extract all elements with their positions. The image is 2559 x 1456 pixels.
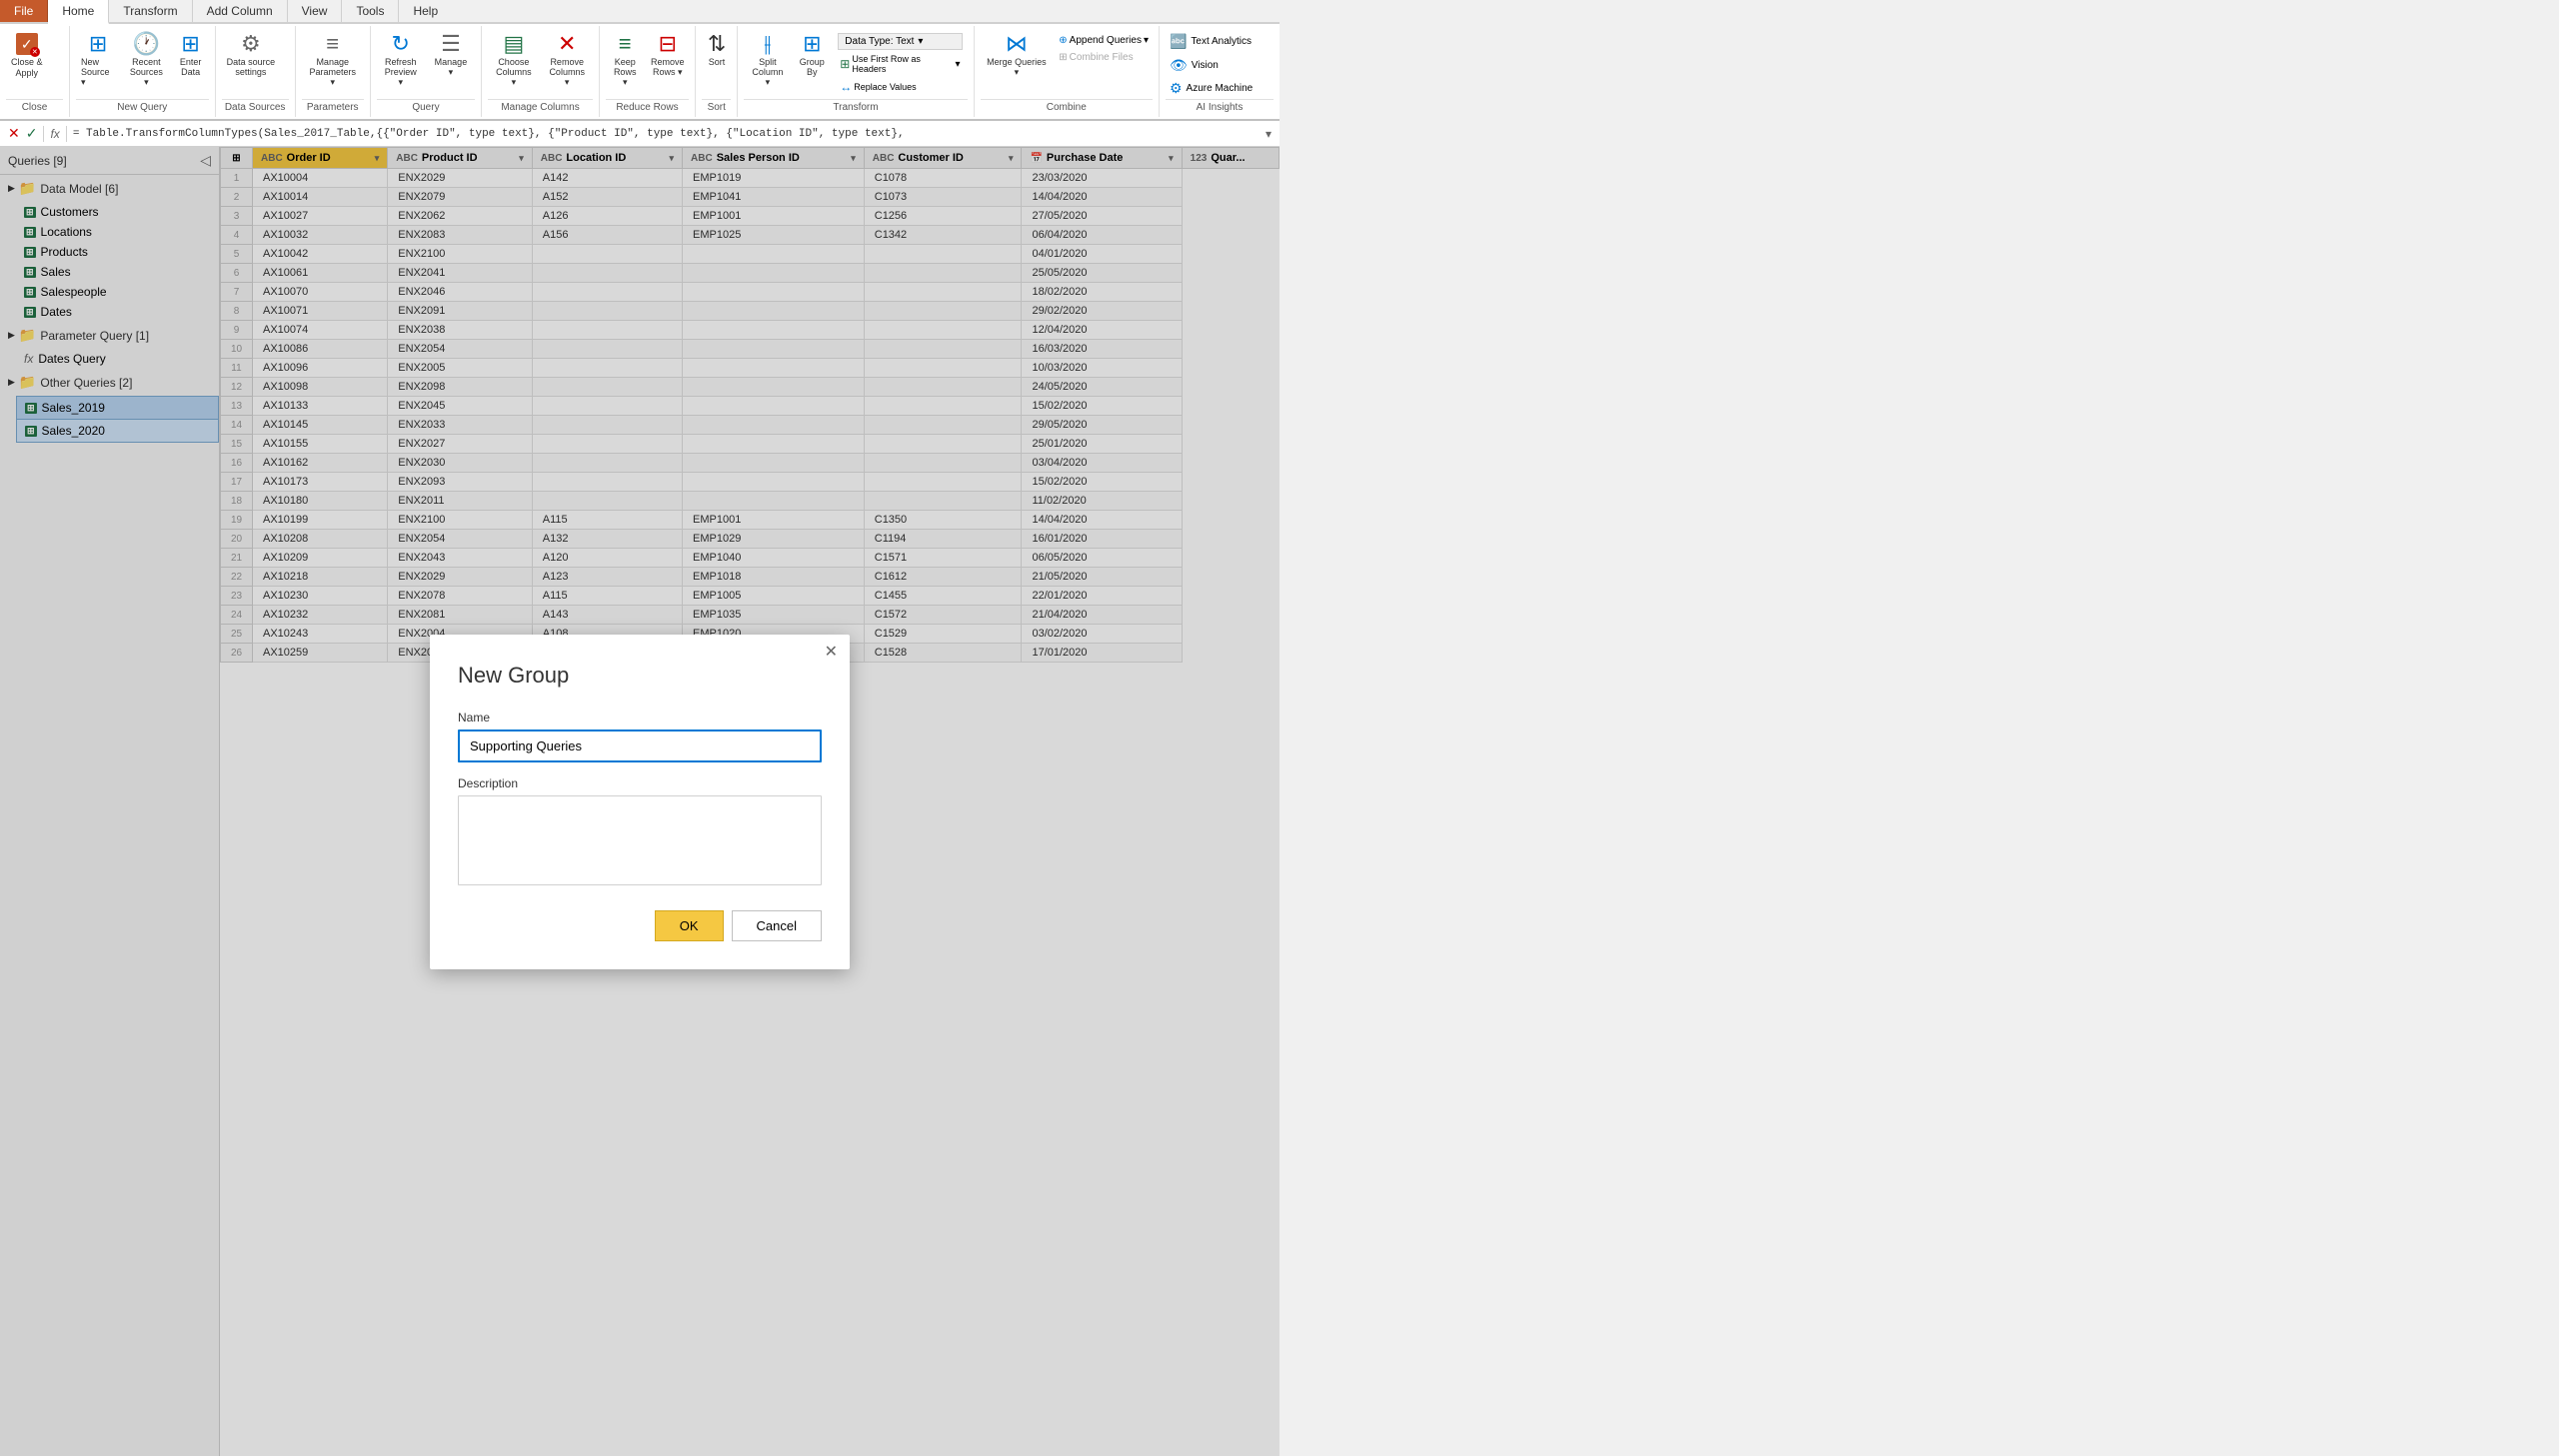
ribbon-ai-label: AI Insights <box>1166 99 1274 113</box>
new-group-modal: ✕ New Group Name Description OK Cancel <box>430 635 850 969</box>
modal-close-button[interactable]: ✕ <box>825 645 838 661</box>
replace-values-button[interactable]: ↔ Replace Values <box>838 78 962 96</box>
tools-tab[interactable]: Tools <box>342 0 399 22</box>
add-column-tab[interactable]: Add Column <box>193 0 288 22</box>
text-analytics-button[interactable]: 🔤 Text Analytics <box>1166 30 1274 53</box>
ribbon-ai-group: 🔤 Text Analytics 👁 Vision ⚙ Azure Machin… <box>1160 26 1280 117</box>
modal-name-field: Name <box>458 711 822 762</box>
modal-description-field: Description <box>458 776 822 888</box>
close-apply-button[interactable]: ✓ ✕ Close & Apply <box>6 30 48 82</box>
formula-fx-label: fx <box>50 127 59 141</box>
sort-button[interactable]: ⇅ Sort <box>702 30 732 70</box>
modal-cancel-button[interactable]: Cancel <box>732 910 822 941</box>
file-tab[interactable]: File <box>0 0 48 22</box>
append-queries-button[interactable]: ⊕ Append Queries ▾ <box>1055 33 1153 48</box>
data-type-dropdown[interactable]: Data Type: Text▾ <box>838 33 962 50</box>
choose-columns-button[interactable]: ▤ ChooseColumns ▾ <box>488 30 539 91</box>
modal-ok-button[interactable]: OK <box>655 910 724 941</box>
home-tab[interactable]: Home <box>48 0 109 24</box>
ribbon-parameters-group: ≡ ManageParameters ▾ Parameters <box>296 26 371 117</box>
new-source-button[interactable]: ⊞ NewSource ▾ <box>76 30 120 91</box>
ribbon-close-group-label: Close <box>6 99 63 113</box>
ribbon-new-query-group: ⊞ NewSource ▾ 🕐 RecentSources ▾ ⊞ EnterD… <box>70 26 216 117</box>
group-by-button[interactable]: ⊞ GroupBy <box>793 30 831 80</box>
manage-parameters-button[interactable]: ≡ ManageParameters ▾ <box>302 30 364 91</box>
remove-columns-button[interactable]: ✕ RemoveColumns ▾ <box>542 30 593 91</box>
data-source-settings-button[interactable]: ⚙ Data sourcesettings <box>222 30 281 80</box>
help-tab[interactable]: Help <box>399 0 452 22</box>
modal-name-label: Name <box>458 711 822 725</box>
formula-text: = Table.TransformColumnTypes(Sales_2017_… <box>73 128 1260 140</box>
ribbon-combine-label: Combine <box>981 99 1153 113</box>
refresh-preview-button[interactable]: ↻ RefreshPreview ▾ <box>377 30 425 91</box>
formula-accept-button[interactable]: ✓ <box>26 125 38 142</box>
modal-title: New Group <box>458 663 822 689</box>
ribbon-reduce-rows-group: ≡ KeepRows ▾ ⊟ RemoveRows ▾ Reduce Rows <box>600 26 696 117</box>
modal-overlay: ✕ New Group Name Description OK Cancel <box>0 147 1280 1456</box>
modal-name-input[interactable] <box>458 729 822 762</box>
vision-button[interactable]: 👁 Vision <box>1166 55 1274 76</box>
ribbon-data-sources-group: ⚙ Data sourcesettings Data Sources <box>216 26 296 117</box>
ribbon-manage-columns-group: ▤ ChooseColumns ▾ ✕ RemoveColumns ▾ Mana… <box>482 26 600 117</box>
ribbon-reduce-rows-label: Reduce Rows <box>606 99 689 113</box>
view-tab[interactable]: View <box>288 0 343 22</box>
ribbon-query-label: Query <box>377 99 475 113</box>
enter-data-button[interactable]: ⊞ EnterData <box>173 30 209 80</box>
keep-rows-button[interactable]: ≡ KeepRows ▾ <box>606 30 645 91</box>
ribbon-query-group: ↻ RefreshPreview ▾ ☰ Manage ▾ Query <box>371 26 482 117</box>
ribbon-close-group: ✓ ✕ Close & Apply Close <box>0 26 70 117</box>
ribbon-manage-columns-label: Manage Columns <box>488 99 593 113</box>
use-first-row-button[interactable]: ⊞ Use First Row as Headers ▾ <box>838 52 962 76</box>
ribbon-new-query-label: New Query <box>76 99 209 113</box>
ribbon-transform-label: Transform <box>744 99 967 113</box>
manage-button[interactable]: ☰ Manage ▾ <box>427 30 475 81</box>
transform-tab[interactable]: Transform <box>109 0 192 22</box>
azure-machine-button[interactable]: ⚙ Azure Machine <box>1166 78 1274 99</box>
formula-reject-button[interactable]: ✕ <box>8 125 20 142</box>
modal-description-input[interactable] <box>458 795 822 885</box>
ribbon-transform-group: ⫲ SplitColumn ▾ ⊞ GroupBy Data Type: Tex… <box>738 26 974 117</box>
ribbon-data-sources-label: Data Sources <box>222 99 289 113</box>
ribbon-sort-group: ⇅ Sort Sort <box>696 26 738 117</box>
merge-queries-button[interactable]: ⋈ Merge Queries ▾ <box>981 30 1054 81</box>
split-column-button[interactable]: ⫲ SplitColumn ▾ <box>744 30 791 91</box>
remove-rows-button[interactable]: ⊟ RemoveRows ▾ <box>647 30 690 81</box>
ribbon-parameters-label: Parameters <box>302 99 364 113</box>
ribbon-sort-label: Sort <box>702 99 731 113</box>
modal-description-label: Description <box>458 776 822 790</box>
combine-files-button[interactable]: ⊞ Combine Files <box>1055 50 1153 65</box>
recent-sources-button[interactable]: 🕐 RecentSources ▾ <box>122 30 170 91</box>
ribbon-combine-group: ⋈ Merge Queries ▾ ⊕ Append Queries ▾ ⊞ C… <box>975 26 1160 117</box>
formula-expand-button[interactable]: ▾ <box>1266 127 1272 141</box>
